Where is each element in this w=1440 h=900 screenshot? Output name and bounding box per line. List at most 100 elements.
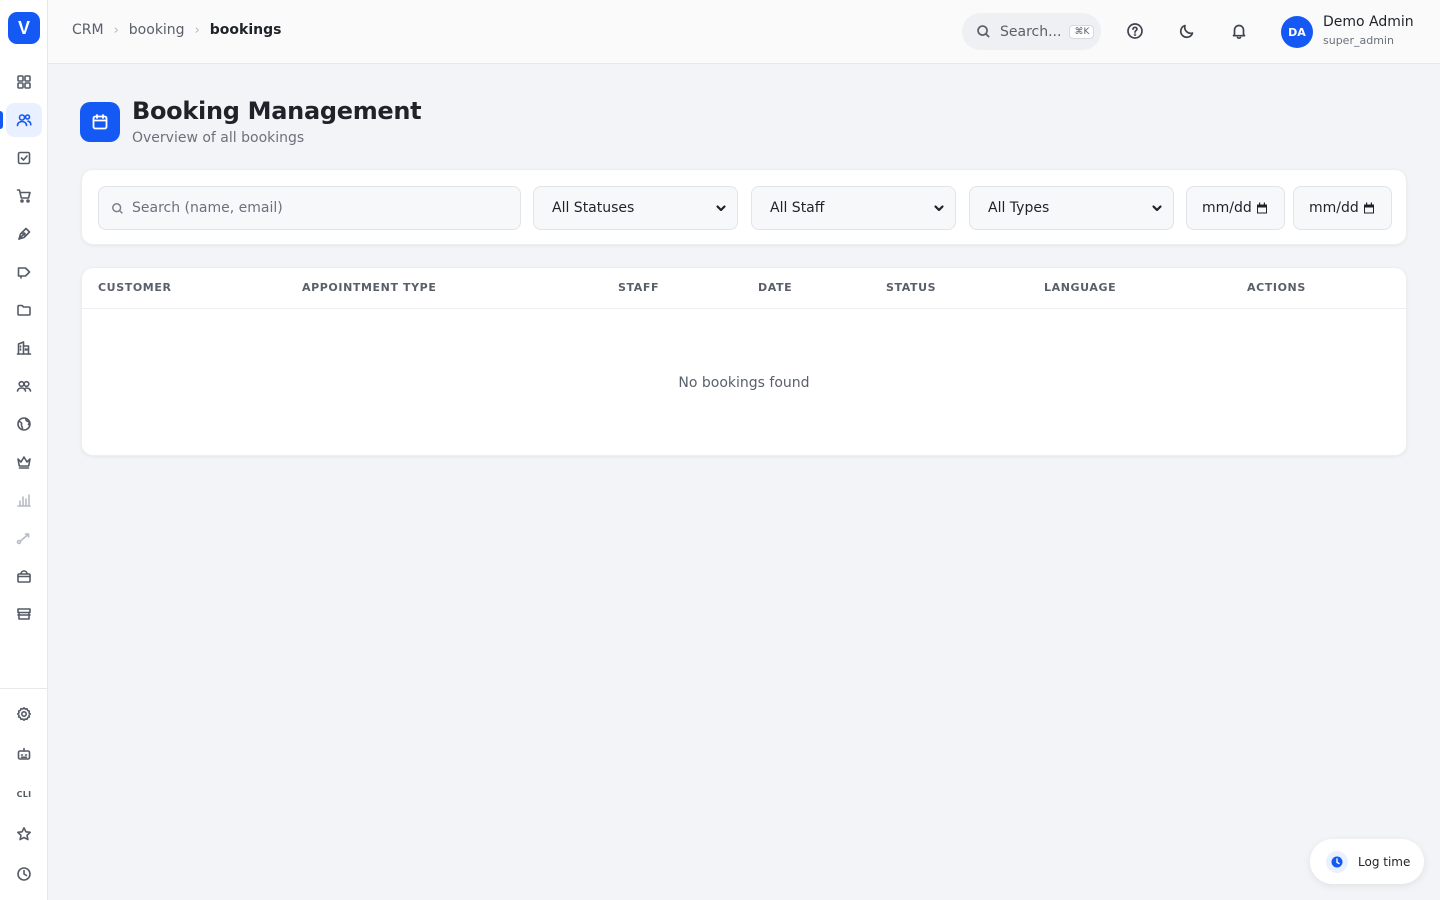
sidebar-item-premium[interactable] [6,445,42,479]
star-icon [17,827,31,841]
team-icon [16,380,32,392]
log-time-label: Log time [1358,854,1411,869]
sidebar: V CLI [0,0,48,900]
chevron-down-icon [934,205,944,212]
route-icon [16,533,30,545]
sidebar-item-dashboard[interactable] [6,65,42,99]
cart-icon [16,189,31,203]
search-icon [112,202,123,214]
date-to-input[interactable]: mm/dd [1293,186,1392,230]
breadcrumb-bookings: bookings [209,22,282,38]
sidebar-item-settings[interactable] [6,697,42,731]
booking-search-input[interactable] [132,200,512,216]
sidebar-item-tasks[interactable] [6,141,42,175]
sidebar-item-web[interactable] [6,407,42,441]
globe-icon [17,417,31,431]
theme-toggle-button[interactable] [1177,21,1197,41]
user-role: super_admin [1323,34,1394,47]
date-from-input[interactable]: mm/dd [1186,186,1285,230]
empty-state-text: No bookings found [678,375,810,391]
folder-icon [17,304,31,316]
settings-icon [17,707,31,721]
breadcrumb-booking[interactable]: booking [129,22,185,38]
breadcrumb-crm[interactable]: CRM [72,22,104,38]
staff-filter-select[interactable]: All Staff [751,186,956,230]
sidebar-item-companies[interactable] [6,331,42,365]
active-indicator [0,111,3,129]
gift-icon [17,570,31,583]
sidebar-item-routes[interactable] [6,521,42,555]
sidebar-item-bot[interactable] [6,737,42,771]
moon-icon [1179,24,1194,39]
cli-icon: CLI [16,789,32,799]
users-icon [16,114,32,127]
sidebar-divider [0,688,47,689]
sidebar-item-favorites[interactable] [6,817,42,851]
sidebar-item-shop[interactable] [6,179,42,213]
chevron-right-icon: › [194,22,200,38]
sidebar-item-history[interactable] [6,857,42,891]
column-header-staff[interactable]: STAFF [618,281,659,294]
bar-chart-icon [17,494,31,507]
checkbox-icon [17,151,31,165]
user-name[interactable]: Demo Admin [1323,14,1414,30]
column-header-language[interactable]: LANGUAGE [1044,281,1116,294]
help-circle-icon [1127,23,1143,39]
log-time-button[interactable]: Log time [1310,839,1424,884]
type-filter-select[interactable]: All Types [969,186,1174,230]
column-header-actions: ACTIONS [1247,281,1306,294]
sidebar-item-store[interactable] [6,597,42,631]
filter-bar: All Statuses All Staff All Types mm/dd m… [81,169,1407,245]
avatar[interactable]: DA [1281,16,1313,48]
chevron-down-icon [716,205,726,212]
buildings-icon [16,341,32,355]
column-header-appointment-type[interactable]: APPOINTMENT TYPE [302,281,436,294]
page-subtitle: Overview of all bookings [132,130,305,146]
page-title: Booking Management [132,97,422,125]
help-button[interactable] [1125,21,1145,41]
search-icon [977,25,990,38]
sidebar-item-files[interactable] [6,293,42,327]
crown-icon [17,456,31,469]
calendar-icon [92,114,108,130]
column-header-customer[interactable]: CUSTOMER [98,281,172,294]
dashboard-grid-icon [17,75,31,89]
date-from-value: mm/dd [1202,200,1252,216]
pen-tool-icon [18,227,31,240]
megaphone-icon [17,267,31,279]
sidebar-item-analytics[interactable] [6,483,42,517]
table-header: CUSTOMER APPOINTMENT TYPE STAFF DATE STA… [82,268,1406,309]
chevron-down-icon [1152,205,1162,212]
sidebar-item-design[interactable] [6,217,42,251]
timer-icon [1326,850,1348,873]
column-header-date[interactable]: DATE [758,281,792,294]
page-title-icon [80,102,120,142]
date-to-value: mm/dd [1309,200,1359,216]
sidebar-item-crm[interactable] [6,103,42,137]
chevron-right-icon: › [113,22,119,38]
search-shortcut-badge: ⌘K [1069,24,1095,39]
bell-icon [1232,24,1246,40]
status-filter-select[interactable]: All Statuses [533,186,738,230]
store-icon [17,608,31,620]
app-logo[interactable]: V [8,12,40,44]
robot-icon [17,747,31,760]
calendar-icon [1363,202,1374,214]
calendar-icon [1256,202,1267,214]
global-search-label: Search... [1000,23,1062,40]
booking-search-field[interactable] [98,186,521,230]
notifications-button[interactable] [1229,21,1249,41]
breadcrumb: CRM › booking › bookings [72,22,281,38]
staff-filter-value: All Staff [770,200,825,216]
global-search-button[interactable]: Search... ⌘K [962,13,1101,50]
column-header-status[interactable]: STATUS [886,281,936,294]
bookings-table: CUSTOMER APPOINTMENT TYPE STAFF DATE STA… [81,267,1407,456]
type-filter-value: All Types [988,200,1050,216]
status-filter-value: All Statuses [552,200,635,216]
top-header: CRM › booking › bookings Search... ⌘K DA… [48,0,1440,64]
sidebar-item-gifts[interactable] [6,559,42,593]
sidebar-item-marketing[interactable] [6,255,42,289]
sidebar-item-team[interactable] [6,369,42,403]
clock-icon [17,867,31,881]
sidebar-item-cli[interactable]: CLI [6,777,42,811]
